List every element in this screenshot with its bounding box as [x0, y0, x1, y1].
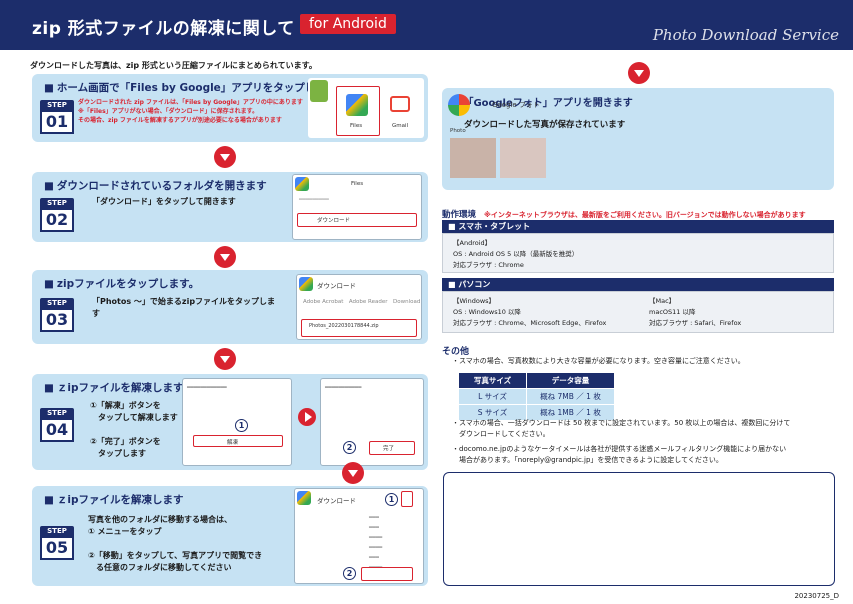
step-4: ■ ｚipファイルを解凍します STEP 04 ①「解凍」ボタンを タップして解凍…: [32, 374, 428, 470]
tab-row: Adobe Acrobat Adobe Reader Download: [303, 299, 421, 305]
panel-body: ダウンロードした写真が保存されています: [464, 120, 626, 130]
step-title: ■ ｚipファイルを解凍します: [44, 382, 184, 394]
platform-badge: for Android: [300, 14, 396, 34]
step-badge: STEP 04: [40, 408, 74, 442]
move-menu-screenshot: ダウンロード 1 ━━━ ━━━ ━━━━ ━━━━ ━━━ ━━━━ 2: [294, 488, 424, 584]
step-marker-1: 1: [385, 493, 398, 506]
android-icon: [310, 80, 328, 102]
dialog-text: ━━━━━━━━━━━━: [187, 385, 227, 391]
step-marker-1: 1: [235, 419, 248, 432]
zip-file-label[interactable]: Photos_2022030178844.zip: [309, 323, 379, 329]
page-title: zip 形式ファイルの解凍に関して: [32, 19, 295, 39]
step-title: ■ ｚipファイルを解凍します: [44, 494, 184, 506]
files-label: Files: [350, 123, 363, 129]
arrow-down-icon: [214, 246, 236, 268]
step-body: 写真を他のフォルダに移動する場合は、 ① メニューをタップ ②「移動」をタップし…: [88, 515, 263, 572]
move-menu-item[interactable]: [361, 567, 413, 581]
note-mail-filter: ・docomo.ne.jpのようなケータイメールは各社が提供する迷惑メールフィル…: [452, 445, 787, 464]
note-bulk-limit: ・スマホの場合、一括ダウンロードは 50 枚までに設定されています。50 枚以上…: [452, 419, 791, 438]
menu-icon[interactable]: [401, 491, 413, 507]
app-bar-label: ダウンロード: [317, 282, 356, 290]
menu-list: ━━━ ━━━ ━━━━ ━━━━ ━━━ ━━━━: [369, 515, 383, 571]
app-bar-label: Files: [351, 181, 364, 187]
arrow-down-icon: [342, 462, 364, 484]
album-label: Photo: [450, 128, 466, 134]
app-bar-label: ダウンロード: [317, 497, 356, 505]
step-title: ■ zipファイルをタップします。: [44, 278, 200, 290]
extract-button[interactable]: 解凍: [227, 438, 238, 446]
folder-screenshot: Files ━━━━━━━━━ ダウンロード: [292, 174, 422, 240]
step-body: 「Photos ～」で始まるzipファイルをタップしま す: [92, 297, 276, 318]
step-body: ①「解凍」ボタンを タップして解凍します ②「完了」ボタンを タップします: [90, 401, 178, 458]
gmail-label: Gmail: [392, 123, 409, 129]
arrow-down-icon: [214, 348, 236, 370]
step-5: ■ ｚipファイルを解凍します STEP 05 写真を他のフォルダに移動する場合は…: [32, 486, 428, 586]
list-item: ━━━━━━━━━: [299, 197, 329, 203]
size-table: 写真サイズ データ容量 L サイズ 概ね 7MB ／ 1 枚 S サイズ 概ね …: [458, 372, 615, 421]
complete-dialog-screenshot: ━━━━━━━━━━━ 2 完了: [320, 378, 424, 466]
panel-title: ■「Googleフォト」アプリを開きます: [454, 98, 633, 109]
zip-list-screenshot: ダウンロード Adobe Acrobat Adobe Reader Downlo…: [296, 274, 422, 340]
app-title: Google フォト: [492, 101, 540, 109]
env-heading: 動作環境 ※インターネットブラウザは、最新版をご利用ください。旧バージョンでは動作…: [442, 210, 806, 220]
intro-text: ダウンロードした写真は、zip 形式という圧縮ファイルにまとめられています。: [30, 61, 317, 70]
dialog-text: ━━━━━━━━━━━: [325, 385, 362, 391]
step-badge: STEP 05: [40, 526, 74, 560]
files-icon: [295, 177, 309, 191]
service-logo: Photo Download Service: [652, 26, 839, 44]
step-badge: STEP 01: [40, 100, 74, 134]
step-body: 「ダウンロード」をタップして開きます: [92, 197, 236, 206]
pc-env: 【Windows】 OS : Windows10 以降 対応ブラウザ : Chr…: [442, 291, 834, 333]
extract-dialog-screenshot: ━━━━━━━━━━━━ 1 解凍: [182, 378, 292, 466]
step-3: ■ zipファイルをタップします。 STEP 03 「Photos ～」で始まるz…: [32, 270, 428, 344]
android-env: 【Android】 OS : Android OS 5 以降（最新版を推奨） 対…: [442, 233, 834, 273]
step-title: ■ ホーム画面で「Files by Google」アプリをタップします: [44, 82, 337, 94]
note-capacity: ・スマホの場合、写真枚数により大きな容量が必要になります。空き容量にご注意くださ…: [452, 357, 745, 365]
google-photos-icon: [448, 94, 470, 116]
step-note: ダウンロードされた zip ファイルは、「Files by Google」アプリ…: [78, 99, 303, 124]
memo-box: [443, 472, 835, 586]
step-marker-2: 2: [343, 441, 356, 454]
arrow-down-icon: [628, 62, 650, 84]
table-row: L サイズ 概ね 7MB ／ 1 枚: [458, 388, 615, 405]
google-photos-panel: ■「Googleフォト」アプリを開きます ダウンロードした写真が保存されています…: [442, 88, 834, 190]
download-folder-label: ダウンロード: [317, 218, 351, 224]
step-marker-2: 2: [343, 567, 356, 580]
files-app-screenshot: Files Gmail: [308, 78, 424, 138]
step-title: ■ ダウンロードされているフォルダを開きます: [44, 180, 267, 192]
arrow-down-icon: [214, 146, 236, 168]
files-icon: [299, 277, 313, 291]
step-badge: STEP 02: [40, 198, 74, 232]
gmail-icon: [390, 96, 410, 112]
photo-thumbnail[interactable]: [500, 138, 546, 178]
photo-thumbnail[interactable]: [450, 138, 496, 178]
files-icon: [346, 94, 368, 116]
smartphone-bar: ■ スマホ・タブレット: [442, 220, 834, 233]
files-icon: [297, 491, 311, 505]
highlight-box: [297, 213, 417, 227]
step-1: ■ ホーム画面で「Files by Google」アプリをタップします STEP …: [32, 74, 428, 142]
complete-button[interactable]: 完了: [383, 444, 394, 452]
arrow-right-icon: [298, 408, 316, 426]
document-code: 20230725_D: [794, 592, 839, 600]
step-2: ■ ダウンロードされているフォルダを開きます STEP 02 「ダウンロード」をタ…: [32, 172, 428, 242]
pc-bar: ■ パソコン: [442, 278, 834, 291]
step-badge: STEP 03: [40, 298, 74, 332]
page-header: zip 形式ファイルの解凍に関して for Android Photo Down…: [0, 0, 853, 50]
